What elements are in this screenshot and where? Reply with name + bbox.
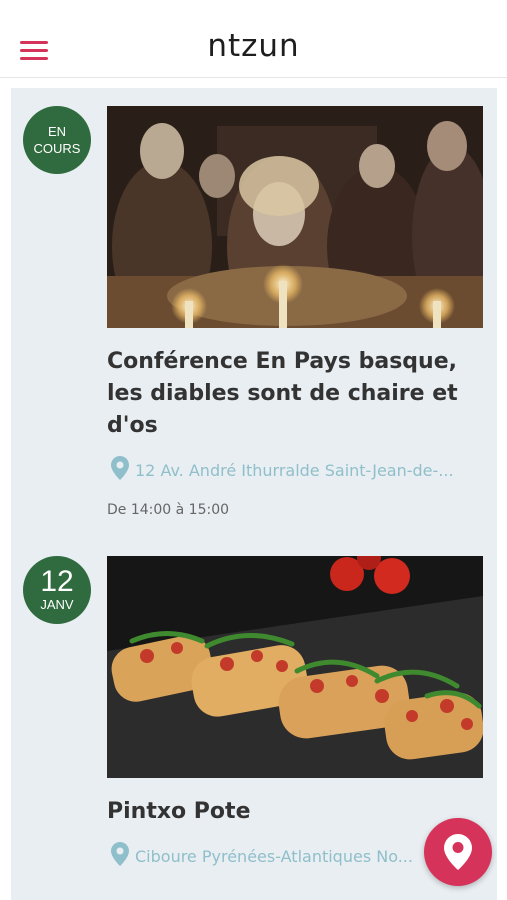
location-pin-icon bbox=[111, 842, 129, 866]
badge-month: JANV bbox=[40, 597, 74, 612]
event-title[interactable]: Pintxo Pote bbox=[107, 796, 483, 828]
app-logo: ntzun bbox=[207, 28, 300, 64]
location-text: Ciboure Pyrénées-Atlantiques No... bbox=[135, 847, 413, 866]
map-pin-icon bbox=[444, 834, 472, 870]
badge-day: 12 bbox=[40, 565, 74, 598]
event-image[interactable] bbox=[107, 556, 483, 778]
badge-label: EN COURS bbox=[33, 124, 81, 156]
location-pin-icon bbox=[111, 456, 129, 480]
event-title[interactable]: Conférence En Pays basque, les diables s… bbox=[107, 346, 483, 442]
location-text: 12 Av. André Ithurralde Saint-Jean-de-..… bbox=[135, 461, 454, 480]
event-image[interactable] bbox=[107, 106, 483, 328]
map-button[interactable] bbox=[424, 818, 492, 886]
event-time: De 14:00 à 15:00 bbox=[107, 502, 230, 518]
status-badge: EN COURS bbox=[23, 106, 91, 174]
app-header: ntzun bbox=[0, 0, 507, 78]
event-location[interactable]: 12 Av. André Ithurralde Saint-Jean-de-..… bbox=[111, 456, 483, 482]
date-badge: 12 JANV bbox=[23, 556, 91, 624]
